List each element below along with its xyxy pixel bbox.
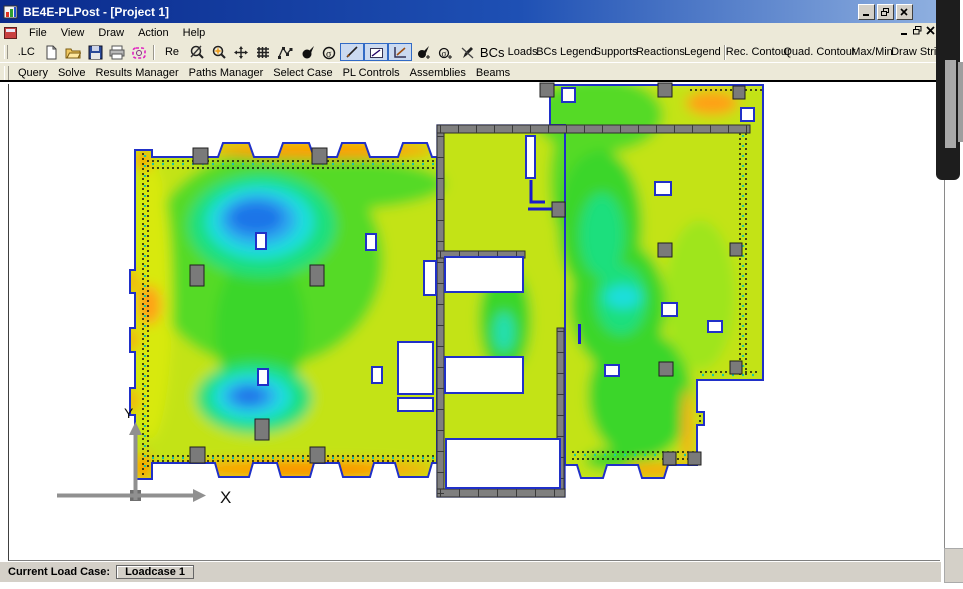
zoom-select-icon[interactable] — [128, 43, 150, 61]
pen-off-icon[interactable] — [456, 43, 478, 61]
open-icon[interactable] — [62, 43, 84, 61]
mesh-grid-icon[interactable] — [252, 43, 274, 61]
current-load-case-value: Loadcase 1 — [116, 565, 194, 579]
rec-contour-button[interactable]: Rec. Contour — [729, 43, 788, 61]
background-window-edge — [958, 62, 963, 142]
menu-file[interactable]: File — [22, 25, 54, 41]
contour-plot[interactable]: X Y — [0, 80, 963, 561]
draw-toggle-corner-icon[interactable] — [388, 43, 412, 61]
secondary-toolbar: Query Solve Results Manager Paths Manage… — [0, 62, 941, 82]
child-restore-button[interactable] — [913, 26, 922, 35]
svg-text:σ: σ — [441, 48, 446, 58]
solve-button[interactable]: Solve — [53, 64, 91, 82]
lc-button[interactable]: .LC — [12, 43, 40, 61]
background-window-scrollbar[interactable] — [945, 60, 956, 148]
save-icon[interactable] — [84, 43, 106, 61]
toolbar-gripper[interactable] — [4, 66, 9, 80]
ink-hash-icon[interactable] — [412, 43, 434, 61]
max-min-button[interactable]: Max/Min — [851, 43, 892, 61]
bcs-button[interactable]: BCs — [478, 43, 506, 61]
quad-contour-button[interactable]: Quad. Contour — [787, 43, 851, 61]
pl-controls-button[interactable]: PL Controls — [338, 64, 405, 82]
draw-strip-button[interactable]: Draw Strip — [893, 43, 941, 61]
main-toolbar: .LC Re σ σ BCs Loads BCs Legend Supports… — [0, 42, 941, 62]
child-close-button[interactable] — [926, 26, 935, 35]
mesh-nodes-icon[interactable] — [274, 43, 296, 61]
background-window-fragment — [936, 0, 960, 180]
legend-button[interactable]: Legend — [684, 43, 721, 61]
menu-view[interactable]: View — [54, 25, 92, 41]
title-bar: BE4E-PLPost - [Project 1] — [0, 0, 941, 23]
supports-button[interactable]: Supports — [594, 43, 637, 61]
beams-button[interactable]: Beams — [471, 64, 515, 82]
draw-toggle-box-icon[interactable] — [364, 43, 388, 61]
window-right-border — [944, 180, 945, 548]
assemblies-button[interactable]: Assemblies — [405, 64, 471, 82]
current-load-case-label: Current Load Case: — [8, 566, 110, 578]
paths-manager-button[interactable]: Paths Manager — [184, 64, 269, 82]
toolbar-separator — [153, 45, 155, 60]
app-icon — [3, 4, 19, 20]
menu-draw[interactable]: Draw — [91, 25, 131, 41]
menu-action[interactable]: Action — [131, 25, 176, 41]
restore-button[interactable] — [877, 4, 894, 20]
minimize-button[interactable] — [858, 4, 875, 20]
sigma-hash-icon[interactable]: σ — [434, 43, 456, 61]
contour-ink-icon[interactable] — [296, 43, 318, 61]
pan-icon[interactable] — [230, 43, 252, 61]
svg-text:σ: σ — [326, 49, 332, 60]
new-document-icon[interactable] — [40, 43, 62, 61]
toolbar-gripper[interactable] — [4, 45, 8, 59]
zoom-window-icon[interactable] — [186, 43, 208, 61]
window-title: BE4E-PLPost - [Project 1] — [23, 5, 169, 19]
select-case-button[interactable]: Select Case — [268, 64, 337, 82]
draw-toggle-slash-icon[interactable] — [340, 43, 364, 61]
child-minimize-button[interactable] — [900, 26, 909, 35]
desktop-fragment — [944, 548, 963, 583]
zoom-in-icon[interactable] — [208, 43, 230, 61]
x-axis-arrow — [193, 489, 206, 502]
reactions-button[interactable]: Reactions — [637, 43, 684, 61]
re-button[interactable]: Re — [158, 43, 186, 61]
status-bar: Current Load Case: Loadcase 1 — [0, 561, 941, 582]
bcs-legend-button[interactable]: BCs Legend — [539, 43, 594, 61]
close-button[interactable] — [896, 4, 913, 20]
project-window-icon — [4, 27, 17, 39]
menu-help[interactable]: Help — [176, 25, 213, 41]
loads-button[interactable]: Loads — [506, 43, 538, 61]
query-button[interactable]: Query — [13, 64, 53, 82]
menu-bar: File View Draw Action Help — [0, 23, 941, 43]
y-axis-label: Y — [124, 405, 134, 421]
contour-sigma-icon[interactable]: σ — [318, 43, 340, 61]
print-icon[interactable] — [106, 43, 128, 61]
results-manager-button[interactable]: Results Manager — [91, 64, 184, 82]
x-axis-label: X — [220, 488, 231, 507]
